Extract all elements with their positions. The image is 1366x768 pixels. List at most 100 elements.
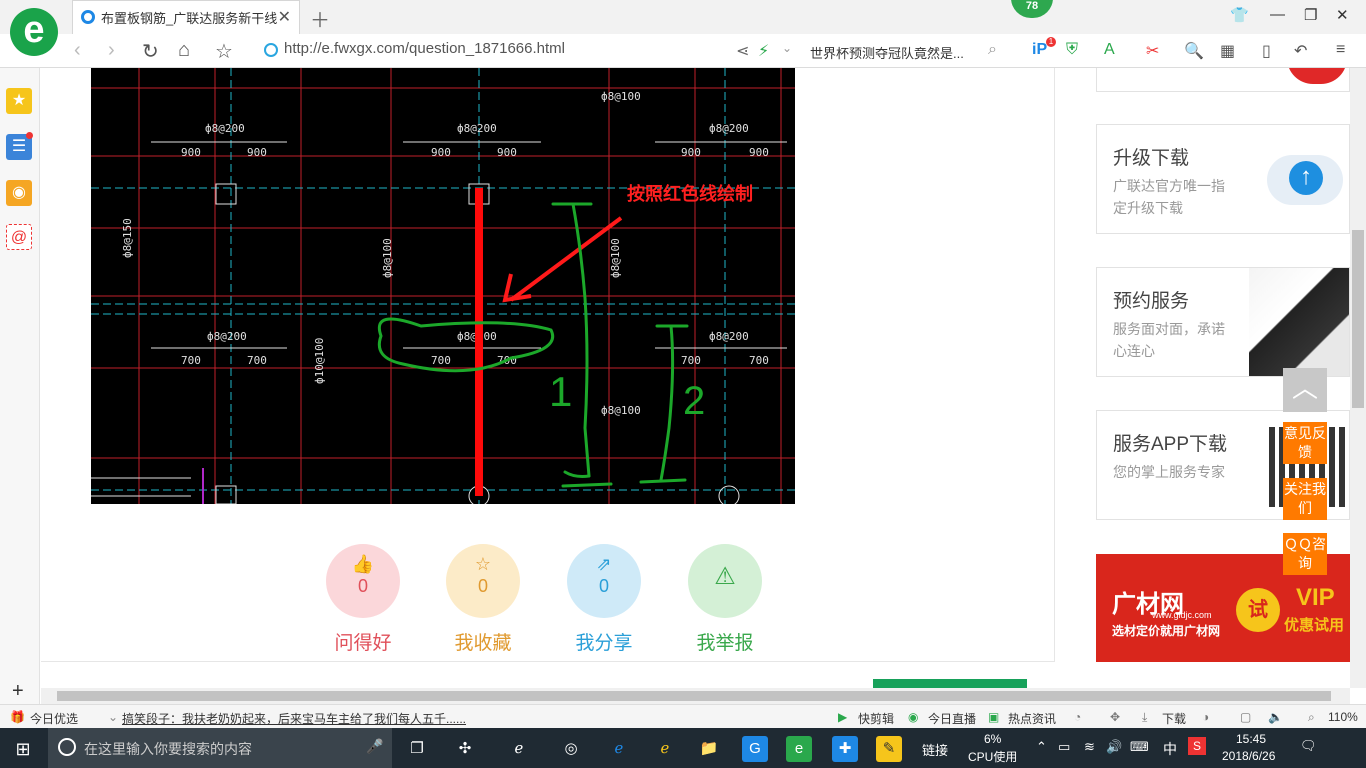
back-button[interactable]: ‹ bbox=[74, 39, 81, 62]
ie-blue-icon[interactable]: ℯ bbox=[652, 736, 678, 762]
new-tab-button[interactable]: ＋ bbox=[310, 4, 330, 33]
report-button[interactable]: ⚠ 我举报 bbox=[665, 544, 785, 655]
search-input[interactable]: 世界杯预测夺冠队竟然是... bbox=[810, 40, 1010, 62]
url-input[interactable]: http://e.fwxgx.com/question_1871666.html bbox=[262, 40, 732, 62]
card-title: 服务APP下载 bbox=[1113, 434, 1228, 455]
file-explorer-icon[interactable]: 📁 bbox=[696, 736, 722, 762]
vertical-scrollbar[interactable] bbox=[1350, 68, 1366, 688]
notes-icon[interactable]: ✎ bbox=[876, 736, 902, 762]
battery-icon[interactable]: ▭ bbox=[1058, 739, 1070, 755]
forward-button[interactable]: › bbox=[108, 39, 115, 62]
glodon-icon[interactable]: G bbox=[742, 736, 768, 762]
zoom-level[interactable]: 110% bbox=[1328, 710, 1358, 724]
search-icon[interactable]: ⌕ bbox=[988, 41, 997, 59]
score-badge[interactable]: 78 bbox=[1011, 0, 1053, 18]
like-circle: 👍 0 bbox=[326, 544, 400, 618]
cad-rebar-label: 900 bbox=[247, 146, 267, 159]
taskbar-search-input[interactable]: 在这里输入你要搜索的内容 🎤 bbox=[48, 728, 392, 768]
edge-icon[interactable]: ℯ bbox=[606, 736, 632, 762]
close-window-button[interactable]: ✕ bbox=[1336, 6, 1349, 24]
volume-icon[interactable]: 🔈 bbox=[1268, 710, 1283, 724]
shield-icon[interactable]: ⛨ bbox=[1066, 41, 1078, 59]
lightning-icon[interactable]: ⚡ bbox=[758, 41, 769, 61]
ip-icon[interactable]: iP bbox=[1032, 41, 1047, 59]
horizontal-scroll-thumb[interactable] bbox=[57, 691, 1331, 701]
vertical-scroll-thumb[interactable] bbox=[1352, 230, 1364, 408]
email-icon[interactable]: @ bbox=[6, 224, 32, 250]
speed-icon[interactable]: ◔ bbox=[1074, 710, 1081, 724]
share-icon[interactable]: ⋖ bbox=[736, 41, 749, 61]
scissors-icon[interactable]: ✂ bbox=[1146, 41, 1159, 61]
pinwheel-icon[interactable]: ✣ bbox=[452, 736, 478, 762]
volume-icon[interactable]: 🔊 bbox=[1106, 739, 1122, 755]
tab-title: 布置板钢筋_广联达服务新干线 bbox=[101, 11, 278, 26]
back-to-top-button[interactable]: ︿ bbox=[1283, 368, 1327, 412]
tray-up-icon[interactable]: ⌃ bbox=[1036, 739, 1047, 755]
keyboard-icon[interactable]: ⌨ bbox=[1130, 739, 1149, 755]
sogou-icon[interactable]: S bbox=[1188, 737, 1206, 755]
clock-time[interactable]: 15:45 bbox=[1236, 732, 1266, 746]
today-picks[interactable]: 今日优选 bbox=[30, 710, 78, 727]
history-icon[interactable]: ◑ bbox=[1202, 710, 1209, 724]
browser-taskbar-icon[interactable]: e bbox=[786, 736, 812, 762]
link-label[interactable]: 链接 bbox=[922, 740, 948, 759]
qq-consult-button[interactable]: ＱＱ咨询 bbox=[1283, 533, 1327, 575]
microphone-icon[interactable]: 🎤 bbox=[366, 738, 383, 755]
chevron-down-icon[interactable]: ⌄ bbox=[108, 710, 118, 724]
browser-logo-icon[interactable]: e bbox=[10, 8, 58, 56]
handshake-photo bbox=[1249, 268, 1349, 376]
star-icon: ☆ bbox=[474, 554, 492, 574]
ie-icon[interactable]: ℯ bbox=[506, 736, 532, 762]
quick-edit-link[interactable]: 快剪辑 bbox=[858, 710, 894, 727]
windows-taskbar: ⊞ 在这里输入你要搜索的内容 🎤 ❐ ✣ ℯ ◎ ℯ ℯ 📁 G e ✚ ✎ 链… bbox=[0, 728, 1366, 768]
download-link[interactable]: 下载 bbox=[1162, 710, 1186, 727]
upgrade-download-card[interactable]: 升级下载 广联达官方唯一指定升级下载 ↑ bbox=[1096, 124, 1350, 234]
news-ticker-link[interactable]: 搞笑段子：我扶老奶奶起来，后来宝马车主给了我们每人五千...... bbox=[122, 710, 466, 727]
horizontal-scrollbar[interactable] bbox=[41, 688, 1350, 704]
window-icon[interactable]: ▢ bbox=[1240, 710, 1251, 724]
undo-icon[interactable]: ↶ bbox=[1294, 41, 1307, 61]
add-sidebar-item-icon[interactable]: + bbox=[12, 680, 24, 703]
windows-start-icon[interactable]: ⊞ bbox=[10, 736, 36, 762]
share-button[interactable]: ⇗ 0 我分享 bbox=[544, 544, 664, 655]
task-view-icon[interactable]: ❐ bbox=[404, 736, 430, 762]
wifi-icon[interactable]: ≋ bbox=[1084, 739, 1095, 755]
chevron-down-icon[interactable]: ⌄ bbox=[782, 41, 792, 55]
gift-icon: 🎁 bbox=[10, 710, 25, 724]
ime-indicator[interactable]: 中 bbox=[1163, 739, 1177, 759]
cad-rebar-label: 700 bbox=[247, 354, 267, 367]
chrome-like-icon[interactable]: ◎ bbox=[558, 736, 584, 762]
translate-icon[interactable]: A bbox=[1104, 41, 1115, 59]
report-label: 我举报 bbox=[696, 633, 754, 654]
feedback-button[interactable]: 意见反馈 bbox=[1283, 422, 1327, 464]
minimize-button[interactable]: — bbox=[1270, 6, 1285, 23]
cloud-upload-icon: ↑ bbox=[1267, 155, 1343, 205]
pin-icon[interactable]: ✥ bbox=[1110, 710, 1120, 724]
appointment-card[interactable]: 预约服务 服务面对面，承诺心连心 bbox=[1096, 267, 1350, 377]
home-button[interactable]: ⌂ bbox=[178, 39, 190, 62]
favorite-button[interactable]: ☆ 0 我收藏 bbox=[423, 544, 543, 655]
notifications-icon[interactable]: 🗨 bbox=[1300, 738, 1317, 754]
favorites-icon[interactable]: ★ bbox=[6, 88, 32, 114]
cad-drawing-image: ф8@100 ф8@200 900 900 ф8@200 900 900 ф8@200 900 9… bbox=[91, 68, 795, 507]
green-action-bar[interactable] bbox=[873, 679, 1027, 688]
restore-button[interactable]: ❐ bbox=[1304, 6, 1317, 24]
weibo-icon[interactable]: ◉ bbox=[6, 180, 32, 206]
shirt-icon[interactable]: 👕 bbox=[1230, 6, 1249, 24]
refresh-button[interactable]: ↻ bbox=[142, 39, 159, 64]
apps-grid-icon[interactable]: ▦ bbox=[1220, 41, 1235, 61]
browser-tab[interactable]: 布置板钢筋_广联达服务新干线 ✕ bbox=[72, 0, 300, 34]
menu-icon[interactable]: ≡ bbox=[1336, 41, 1345, 59]
plus-app-icon[interactable]: ✚ bbox=[832, 736, 858, 762]
red-graphic bbox=[1287, 68, 1347, 84]
tab-close-icon[interactable]: ✕ bbox=[278, 7, 291, 27]
bookmark-star-button[interactable]: ☆ bbox=[215, 39, 233, 64]
clock-date[interactable]: 2018/6/26 bbox=[1222, 749, 1275, 763]
cad-rebar-label: ф8@100 bbox=[601, 404, 641, 417]
follow-us-button[interactable]: 关注我们 bbox=[1283, 478, 1327, 520]
hot-news-link[interactable]: 热点资讯 bbox=[1008, 710, 1056, 727]
tablet-icon[interactable]: ▯ bbox=[1262, 41, 1271, 61]
magnifier-icon[interactable]: 🔍 bbox=[1184, 41, 1204, 61]
like-button[interactable]: 👍 0 问得好 bbox=[303, 544, 423, 655]
live-link[interactable]: 今日直播 bbox=[928, 710, 976, 727]
